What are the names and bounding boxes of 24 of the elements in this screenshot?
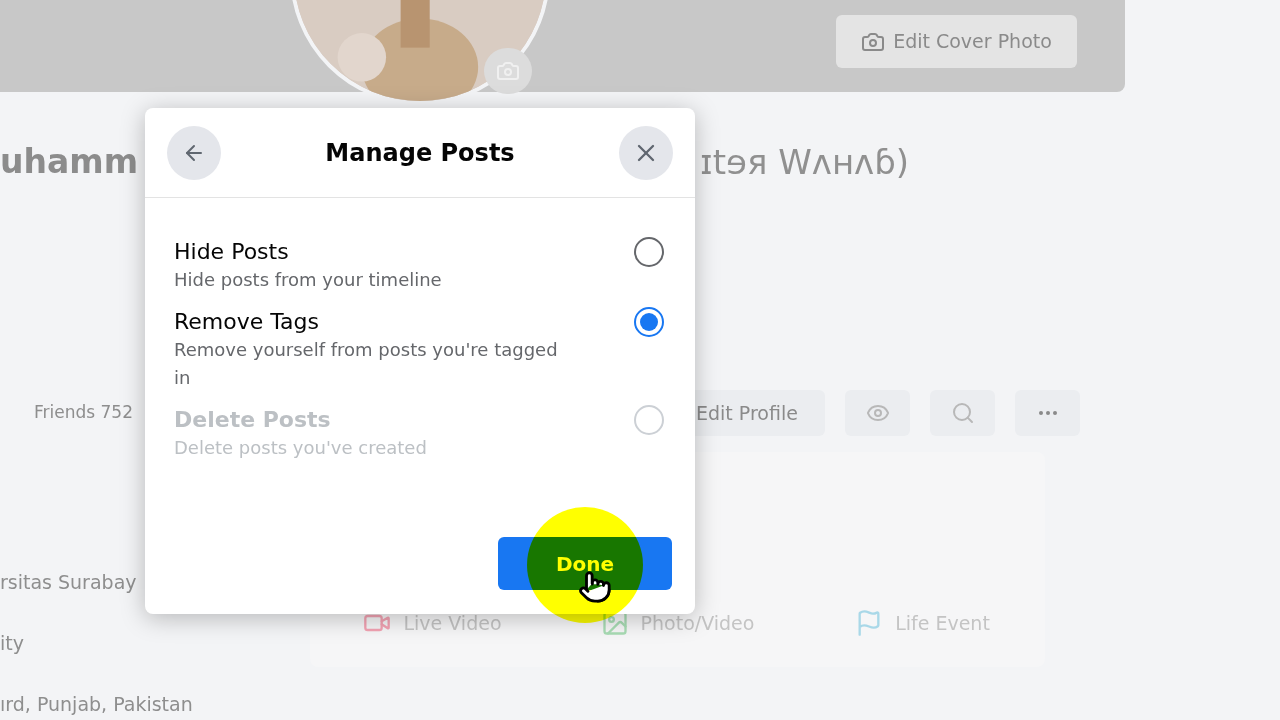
camera-button[interactable] bbox=[484, 48, 532, 94]
option-description: Remove yourself from posts you're tagged in bbox=[174, 338, 559, 390]
search-button[interactable] bbox=[930, 390, 995, 436]
dialog-title: Manage Posts bbox=[325, 137, 515, 169]
radio-button[interactable] bbox=[634, 237, 664, 267]
more-button[interactable] bbox=[1015, 390, 1080, 436]
option-title: Delete Posts bbox=[174, 406, 332, 434]
intro-text: rsitas Surabay bbox=[0, 571, 138, 593]
option-title: Hide Posts bbox=[174, 238, 290, 266]
option-description: Hide posts from your timeline bbox=[174, 268, 443, 292]
profile-alt-name: ɪtɘя Wʌнʌɓ) bbox=[700, 140, 910, 184]
close-button[interactable] bbox=[619, 125, 673, 180]
option-description: Delete posts you've created bbox=[174, 436, 428, 460]
view-button[interactable] bbox=[845, 390, 910, 436]
option-title: Remove Tags bbox=[174, 308, 320, 336]
back-button[interactable] bbox=[167, 125, 221, 180]
search-icon bbox=[950, 401, 975, 425]
radio-button[interactable] bbox=[634, 307, 664, 337]
edit-cover-button[interactable]: Edit Cover Photo bbox=[836, 15, 1077, 68]
intro-text: ırd, Punjab, Pakistan bbox=[0, 693, 194, 715]
intro-text: ity bbox=[0, 632, 25, 654]
more-icon bbox=[1038, 411, 1057, 415]
hand-cursor-icon bbox=[578, 570, 612, 604]
profile-name: uhamm bbox=[0, 141, 139, 184]
